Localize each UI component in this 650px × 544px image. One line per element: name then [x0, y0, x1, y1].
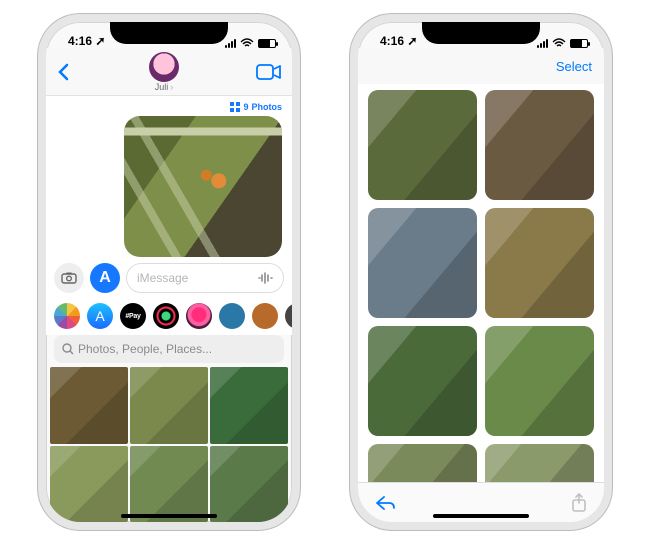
photo-tile[interactable]	[368, 444, 477, 482]
photo-drawer-grid[interactable]	[46, 367, 292, 522]
sent-photo-bubble[interactable]	[124, 116, 282, 257]
drawer-thumb[interactable]	[130, 446, 208, 523]
app-photos-icon[interactable]	[54, 303, 80, 329]
contact-avatar	[149, 52, 179, 82]
camera-icon	[61, 272, 77, 284]
phone-right: 4:16 ➚ Select	[350, 14, 612, 530]
status-time: 4:16	[380, 34, 404, 48]
contact-header[interactable]: Juli ›	[149, 52, 179, 92]
signal-icon	[537, 39, 548, 48]
wifi-icon	[240, 38, 254, 48]
photo-tile[interactable]	[368, 208, 477, 318]
app-memoji-icon[interactable]	[219, 303, 245, 329]
app-digitaltouch-icon[interactable]	[186, 303, 212, 329]
photo-tile[interactable]	[485, 90, 594, 200]
app-store-icon: A	[99, 269, 111, 287]
drawer-thumb[interactable]	[210, 367, 288, 444]
grid-icon	[230, 102, 240, 112]
app-store-button[interactable]: A	[90, 263, 120, 293]
camera-button[interactable]	[54, 263, 84, 293]
photo-tile[interactable]	[485, 444, 594, 482]
home-indicator[interactable]	[121, 514, 217, 518]
drawer-thumb[interactable]	[50, 446, 128, 523]
photo-tile[interactable]	[485, 208, 594, 318]
photos-label: Photos	[252, 102, 283, 112]
back-chevron-icon[interactable]	[56, 62, 72, 82]
home-indicator[interactable]	[433, 514, 529, 518]
audio-wave-icon[interactable]	[257, 271, 273, 285]
battery-icon	[258, 39, 276, 48]
message-input[interactable]: iMessage	[126, 263, 284, 293]
photo-tile[interactable]	[368, 326, 477, 436]
photos-grid-nav: Select	[358, 48, 604, 84]
photo-tile[interactable]	[485, 326, 594, 436]
app-strip[interactable]: A #Pay	[46, 299, 292, 335]
app-applepay-icon[interactable]: #Pay	[120, 303, 146, 329]
photo-stack-link[interactable]: 9 Photos	[230, 102, 282, 112]
messages-nav: Juli ›	[46, 48, 292, 96]
search-placeholder: Photos, People, Places...	[78, 342, 212, 356]
app-extra-2-icon[interactable]	[285, 303, 300, 329]
wifi-icon	[552, 38, 566, 48]
app-appstore-icon[interactable]: A	[87, 303, 113, 329]
drawer-thumb[interactable]	[50, 367, 128, 444]
message-thread[interactable]: 9 Photos	[46, 96, 292, 257]
chevron-right-icon: ›	[170, 82, 173, 92]
contact-name: Juli	[155, 82, 169, 92]
drawer-thumb[interactable]	[130, 367, 208, 444]
notch	[422, 22, 540, 44]
message-placeholder: iMessage	[137, 271, 188, 285]
select-button[interactable]: Select	[556, 59, 592, 74]
share-icon[interactable]	[570, 493, 588, 513]
app-extra-1-icon[interactable]	[252, 303, 278, 329]
facetime-icon[interactable]	[256, 63, 282, 81]
phone-left: 4:16 ➚ Juli › 9 Photos	[38, 14, 300, 530]
notch	[110, 22, 228, 44]
photos-search-input[interactable]: Photos, People, Places...	[54, 335, 284, 363]
photos-count: 9	[243, 102, 248, 112]
search-icon	[62, 343, 74, 355]
photos-grid-body[interactable]	[358, 84, 604, 482]
status-time: 4:16	[68, 34, 92, 48]
drawer-thumb[interactable]	[210, 446, 288, 523]
photo-tile[interactable]	[368, 90, 477, 200]
location-arrow-icon: ➚	[95, 34, 105, 48]
battery-icon	[570, 39, 588, 48]
composer-row: A iMessage	[46, 257, 292, 299]
app-activity-icon[interactable]	[153, 303, 179, 329]
signal-icon	[225, 39, 236, 48]
location-arrow-icon: ➚	[407, 34, 417, 48]
reply-icon[interactable]	[374, 494, 396, 512]
